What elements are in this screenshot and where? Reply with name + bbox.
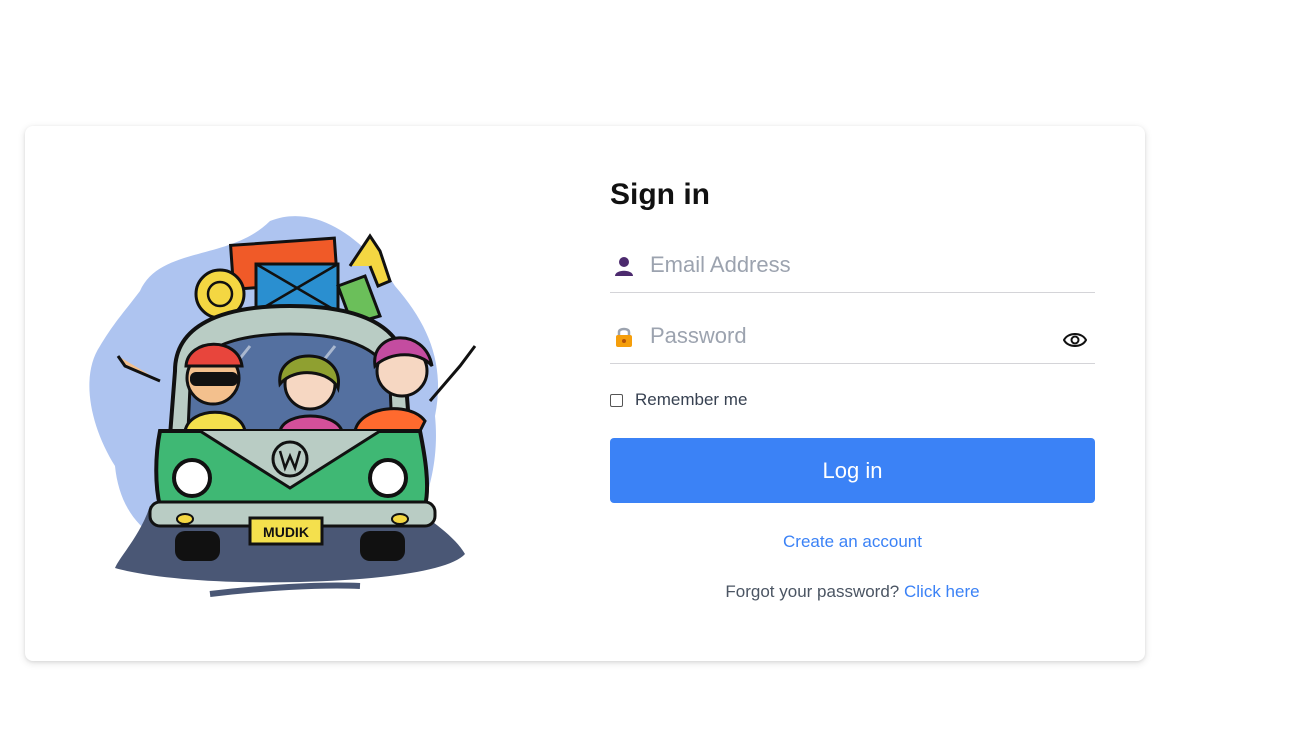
remember-me-checkbox[interactable] [610,393,623,407]
license-plate-text: MUDIK [263,524,309,540]
forgot-password: Forgot your password? Click here [610,582,1095,602]
remember-me-label: Remember me [635,390,748,409]
login-button[interactable]: Log in [610,438,1095,503]
lock-icon [616,327,632,347]
remember-me: Remember me [610,390,747,410]
create-account-link[interactable]: Create an account [610,532,1095,552]
eye-icon[interactable] [1063,330,1087,350]
forgot-password-text: Forgot your password? [725,582,900,601]
login-card: MUDIK Sign in Remember me [25,126,1145,661]
sign-in-form: Sign in Remember me Log in [610,126,1095,661]
password-input[interactable] [648,318,1052,354]
password-field [610,313,1095,364]
email-input[interactable] [648,247,1052,283]
travel-bus-illustration: MUDIK [89,216,477,597]
email-field [610,242,1095,293]
user-icon [615,257,633,276]
page-title: Sign in [610,178,710,211]
forgot-password-link[interactable]: Click here [904,582,980,601]
